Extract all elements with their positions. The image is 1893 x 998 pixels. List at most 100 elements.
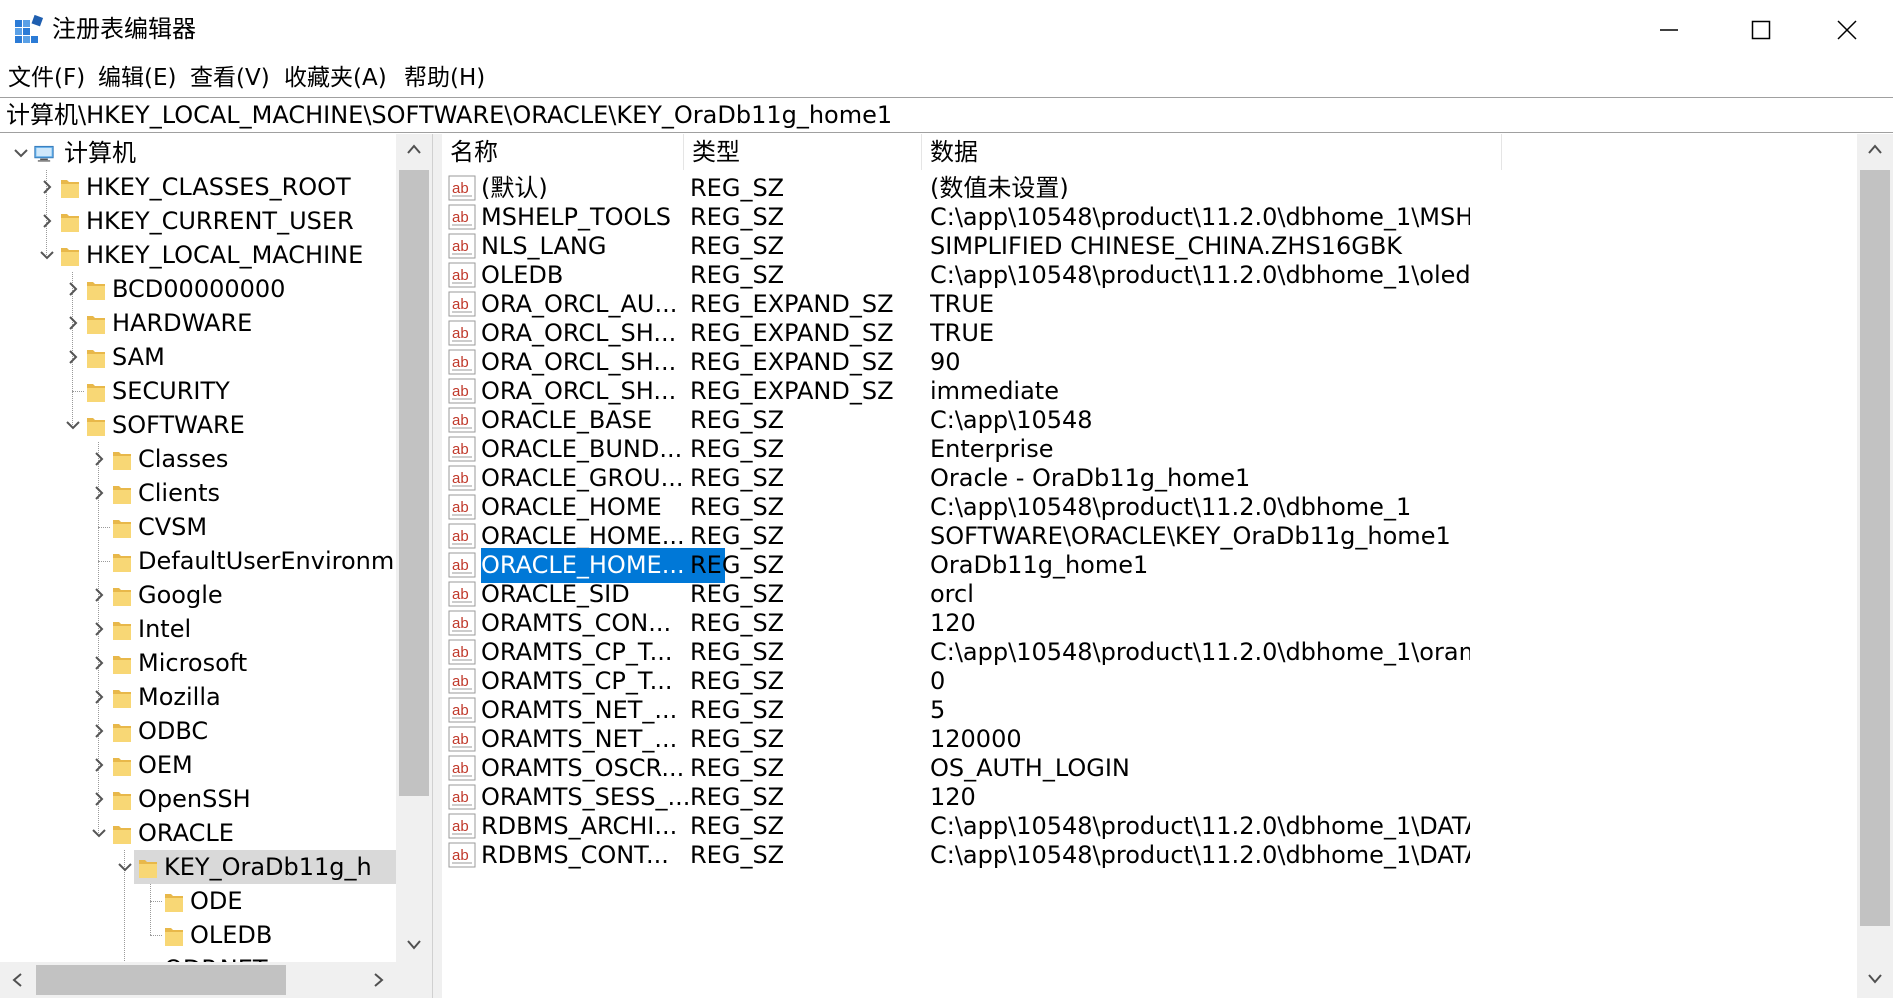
column-header-data[interactable]: 数据 [922, 134, 1502, 170]
tree-connector-line [98, 561, 110, 562]
tree-node[interactable]: HKEY_LOCAL_MACHINE [0, 238, 396, 272]
tree-node[interactable]: SOFTWARE [0, 408, 396, 442]
chevron-right-icon[interactable] [62, 312, 84, 334]
list-vertical-scrollbar[interactable] [1857, 134, 1893, 998]
chevron-down-icon[interactable] [36, 244, 58, 266]
tree-node[interactable]: OEM [0, 748, 396, 782]
chevron-down-icon[interactable] [10, 142, 32, 164]
maximize-button[interactable] [1715, 0, 1807, 60]
tree-node[interactable]: KEY_OraDb11g_h [0, 850, 396, 884]
chevron-right-icon[interactable] [88, 686, 110, 708]
folder-icon [61, 248, 79, 266]
tree-node[interactable]: HKEY_CLASSES_ROOT [0, 170, 396, 204]
tree-node[interactable]: OpenSSH [0, 782, 396, 816]
tree-node-label[interactable]: ODE [190, 884, 243, 918]
tree-node-label[interactable]: ORACLE [138, 816, 234, 850]
value-row[interactable]: ab RDBMS_CONT... REG_SZ C:\app\10548\produc… [442, 838, 1857, 873]
svg-text:ab: ab [452, 818, 469, 835]
tree-node[interactable]: Clients [0, 476, 396, 510]
column-header-name[interactable]: 名称 [442, 134, 684, 170]
column-header-type[interactable]: 类型 [684, 134, 922, 170]
tree-node[interactable]: 计算机 [0, 136, 396, 170]
tree-node[interactable]: ODBC [0, 714, 396, 748]
tree-node-label[interactable]: DefaultUserEnvironm [138, 544, 394, 578]
tree-node-label[interactable]: HKEY_LOCAL_MACHINE [86, 238, 363, 272]
tree-node-label[interactable]: Classes [138, 442, 228, 476]
column-header: 名称 类型 数据 [442, 134, 1857, 170]
minimize-button[interactable] [1623, 0, 1715, 60]
chevron-down-icon[interactable] [62, 414, 84, 436]
menu-view[interactable]: 查看(V) [190, 60, 270, 96]
tree-node-label[interactable]: BCD00000000 [112, 272, 285, 306]
chevron-right-icon[interactable] [88, 584, 110, 606]
scroll-right-icon[interactable] [374, 973, 384, 987]
tree-node[interactable]: Microsoft [0, 646, 396, 680]
chevron-right-icon[interactable] [88, 652, 110, 674]
tree-node[interactable]: DefaultUserEnvironm [0, 544, 396, 578]
chevron-right-icon[interactable] [88, 618, 110, 640]
tree-node-label[interactable]: 计算机 [64, 136, 136, 170]
tree-node-label[interactable]: Microsoft [138, 646, 247, 680]
tree-node-label[interactable]: Intel [138, 612, 191, 646]
tree-node[interactable]: HKEY_CURRENT_USER [0, 204, 396, 238]
chevron-right-icon[interactable] [88, 482, 110, 504]
tree-node-label[interactable]: HKEY_CURRENT_USER [86, 204, 354, 238]
pane-splitter[interactable] [432, 134, 442, 998]
menu-edit[interactable]: 编辑(E) [98, 60, 176, 96]
tree-node[interactable]: ORACLE [0, 816, 396, 850]
chevron-right-icon[interactable] [36, 176, 58, 198]
scroll-down-icon[interactable] [407, 940, 421, 950]
scroll-left-icon[interactable] [12, 973, 22, 987]
tree-node[interactable]: HARDWARE [0, 306, 396, 340]
chevron-right-icon[interactable] [62, 278, 84, 300]
tree-node[interactable]: Intel [0, 612, 396, 646]
chevron-right-icon[interactable] [36, 210, 58, 232]
menu-favorites[interactable]: 收藏夹(A) [284, 60, 387, 96]
scroll-down-icon[interactable] [1868, 974, 1882, 984]
tree-hscroll-thumb[interactable] [36, 965, 286, 995]
chevron-right-icon[interactable] [88, 754, 110, 776]
tree-node[interactable]: OLEDB [0, 918, 396, 952]
svg-text:ab: ab [452, 499, 469, 516]
tree-node-label[interactable]: ODBC [138, 714, 208, 748]
chevron-right-icon[interactable] [88, 788, 110, 810]
tree-node-label[interactable]: SAM [112, 340, 165, 374]
tree-node-label[interactable]: OpenSSH [138, 782, 251, 816]
menu-file[interactable]: 文件(F) [8, 60, 85, 96]
chevron-right-icon[interactable] [62, 346, 84, 368]
tree-node-label[interactable]: SECURITY [112, 374, 230, 408]
tree-node-label[interactable]: OEM [138, 748, 193, 782]
tree-horizontal-scrollbar[interactable] [0, 962, 432, 998]
tree-node-label[interactable]: KEY_OraDb11g_h [164, 850, 372, 884]
tree-node[interactable]: BCD00000000 [0, 272, 396, 306]
menu-help[interactable]: 帮助(H) [404, 60, 485, 96]
close-button[interactable] [1801, 0, 1893, 60]
chevron-down-icon[interactable] [114, 856, 136, 878]
tree-node[interactable]: CVSM [0, 510, 396, 544]
chevron-right-icon[interactable] [88, 720, 110, 742]
tree-node-label[interactable]: Mozilla [138, 680, 221, 714]
tree-scroll-thumb[interactable] [399, 170, 429, 796]
tree-node[interactable]: Mozilla [0, 680, 396, 714]
value-name[interactable]: RDBMS_CONT... [481, 838, 725, 873]
tree-node[interactable]: Classes [0, 442, 396, 476]
address-path[interactable]: 计算机\HKEY_LOCAL_MACHINE\SOFTWARE\ORACLE\K… [6, 98, 892, 132]
scroll-up-icon[interactable] [1868, 144, 1882, 154]
chevron-down-icon[interactable] [88, 822, 110, 844]
tree-vertical-scrollbar[interactable] [396, 134, 432, 962]
tree-node-label[interactable]: HARDWARE [112, 306, 252, 340]
tree-node-label[interactable]: OLEDB [190, 918, 272, 952]
tree-node-label[interactable]: Clients [138, 476, 220, 510]
tree-node[interactable]: SECURITY [0, 374, 396, 408]
list-scroll-thumb[interactable] [1860, 170, 1890, 926]
tree-node[interactable]: SAM [0, 340, 396, 374]
tree-node-label[interactable]: CVSM [138, 510, 207, 544]
tree-node-label[interactable]: HKEY_CLASSES_ROOT [86, 170, 351, 204]
tree-node-label[interactable]: Google [138, 578, 223, 612]
address-bar[interactable]: 计算机\HKEY_LOCAL_MACHINE\SOFTWARE\ORACLE\K… [0, 97, 1893, 133]
scroll-up-icon[interactable] [407, 144, 421, 154]
tree-node-label[interactable]: SOFTWARE [112, 408, 245, 442]
tree-node[interactable]: ODE [0, 884, 396, 918]
tree-node[interactable]: Google [0, 578, 396, 612]
chevron-right-icon[interactable] [88, 448, 110, 470]
